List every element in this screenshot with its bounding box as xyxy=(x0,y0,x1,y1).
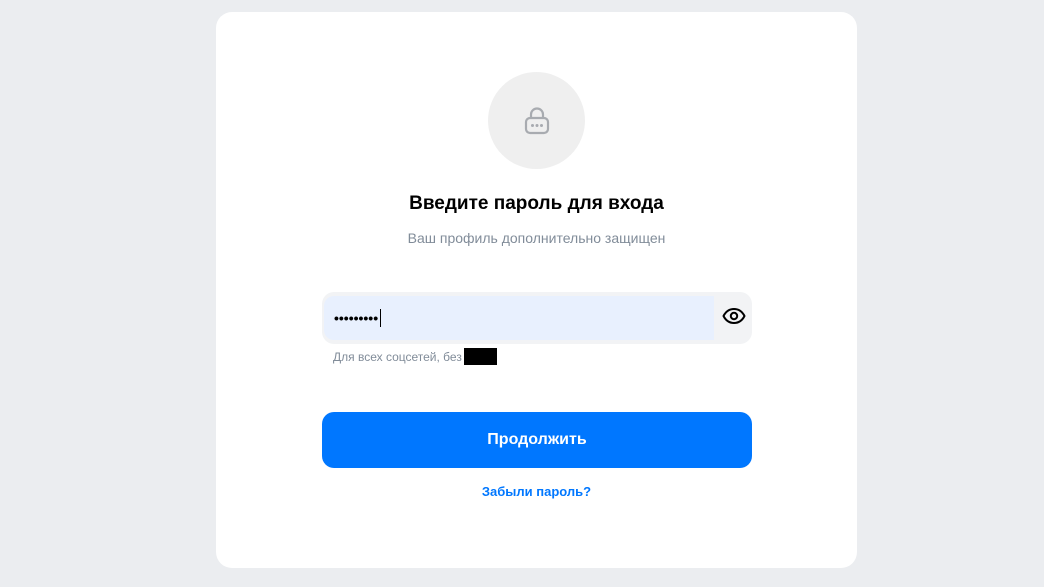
password-field-wrapper: ••••••••• xyxy=(322,292,752,344)
password-hint: Для всех соцсетей, без xyxy=(333,348,497,365)
lock-icon xyxy=(524,106,550,136)
page-title: Введите пароль для входа xyxy=(409,193,664,214)
avatar xyxy=(488,72,585,169)
password-masked-value: ••••••••• xyxy=(334,310,379,326)
redacted-block xyxy=(463,348,497,365)
login-card: Введите пароль для входа Ваш профиль доп… xyxy=(216,12,857,568)
show-password-button[interactable] xyxy=(718,302,750,334)
page-subtitle: Ваш профиль дополнительно защищен xyxy=(407,230,666,246)
eye-icon xyxy=(722,307,746,330)
forgot-password-link[interactable]: Забыли пароль? xyxy=(216,484,857,499)
password-hint-text: Для всех соцсетей, без xyxy=(333,349,462,364)
password-input[interactable]: ••••••••• xyxy=(324,296,714,340)
text-caret xyxy=(380,309,382,327)
continue-button[interactable]: Продолжить xyxy=(322,412,752,468)
